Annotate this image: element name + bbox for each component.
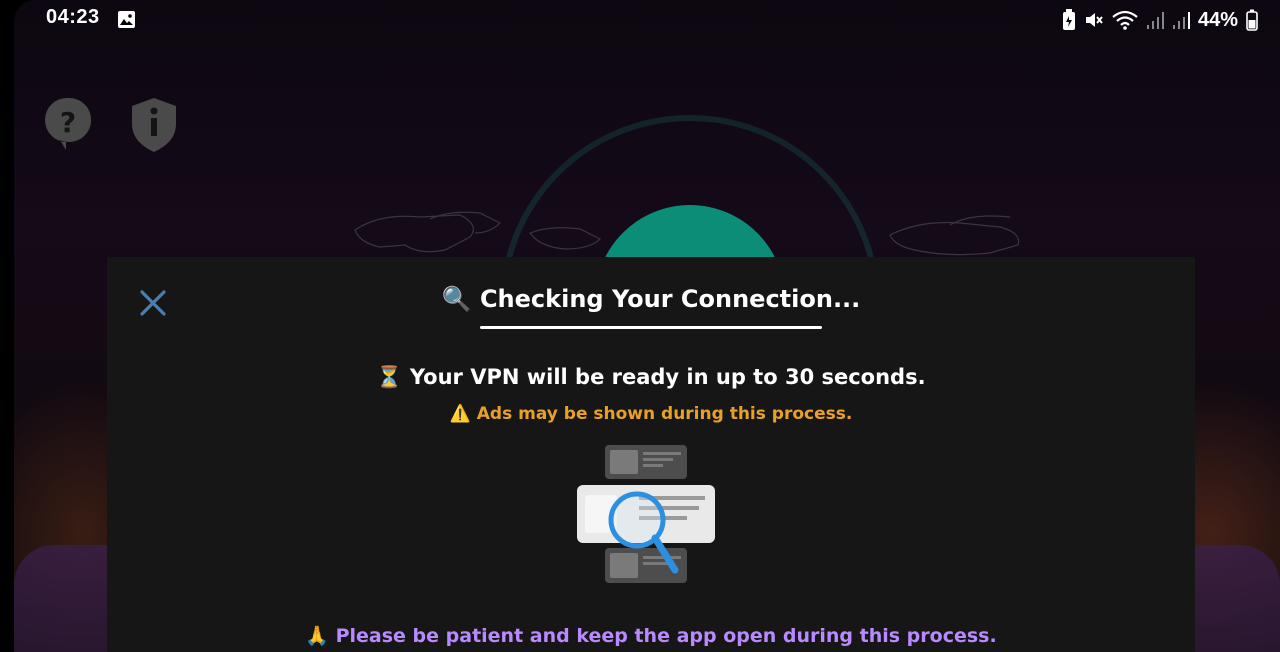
wifi-icon: [1112, 10, 1138, 30]
status-icons: 44%: [1062, 8, 1258, 32]
title-underline: [480, 326, 822, 329]
magnifier-icon: 🔍: [441, 285, 472, 313]
battery-saver-icon: [1062, 9, 1075, 30]
warning-icon: ⚠️: [449, 404, 471, 424]
dialog-title-text: Checking Your Connection...: [479, 285, 861, 313]
patience-message-text: Please be patient and keep the app open …: [335, 625, 997, 647]
battery-percent: 44%: [1197, 8, 1238, 31]
dialog-title: 🔍 Checking Your Connection...: [107, 285, 1195, 313]
search-results-illustration: [577, 445, 715, 583]
shield-info-icon[interactable]: [130, 96, 178, 156]
gallery-icon: [118, 11, 135, 28]
signal-icon-2: [1172, 12, 1190, 29]
ads-warning-text: Ads may be shown during this process.: [476, 404, 853, 424]
battery-icon: [1246, 9, 1258, 31]
status-bar: 04:23 44%: [0, 0, 1280, 40]
signal-icon: [1146, 12, 1164, 29]
patience-message: 🙏 Please be patient and keep the app ope…: [107, 624, 1195, 647]
status-time: 04:23: [46, 6, 100, 28]
svg-text:?: ?: [60, 106, 76, 139]
folded-hands-icon: 🙏: [305, 625, 329, 647]
ready-message: ⏳ Your VPN will be ready in up to 30 sec…: [107, 365, 1195, 390]
bottom-panel-right: [1190, 545, 1280, 652]
connection-dialog: 🔍 Checking Your Connection... ⏳ Your VPN…: [107, 257, 1195, 652]
ready-message-text: Your VPN will be ready in up to 30 secon…: [409, 365, 926, 389]
screen: ? 04:23 44% 🔍 Checking Your Connection..…: [0, 0, 1280, 652]
help-icon[interactable]: ?: [44, 96, 92, 156]
ads-warning: ⚠️ Ads may be shown during this process.: [107, 404, 1195, 424]
mute-icon: [1085, 13, 1103, 27]
hourglass-icon: ⏳: [376, 365, 403, 389]
